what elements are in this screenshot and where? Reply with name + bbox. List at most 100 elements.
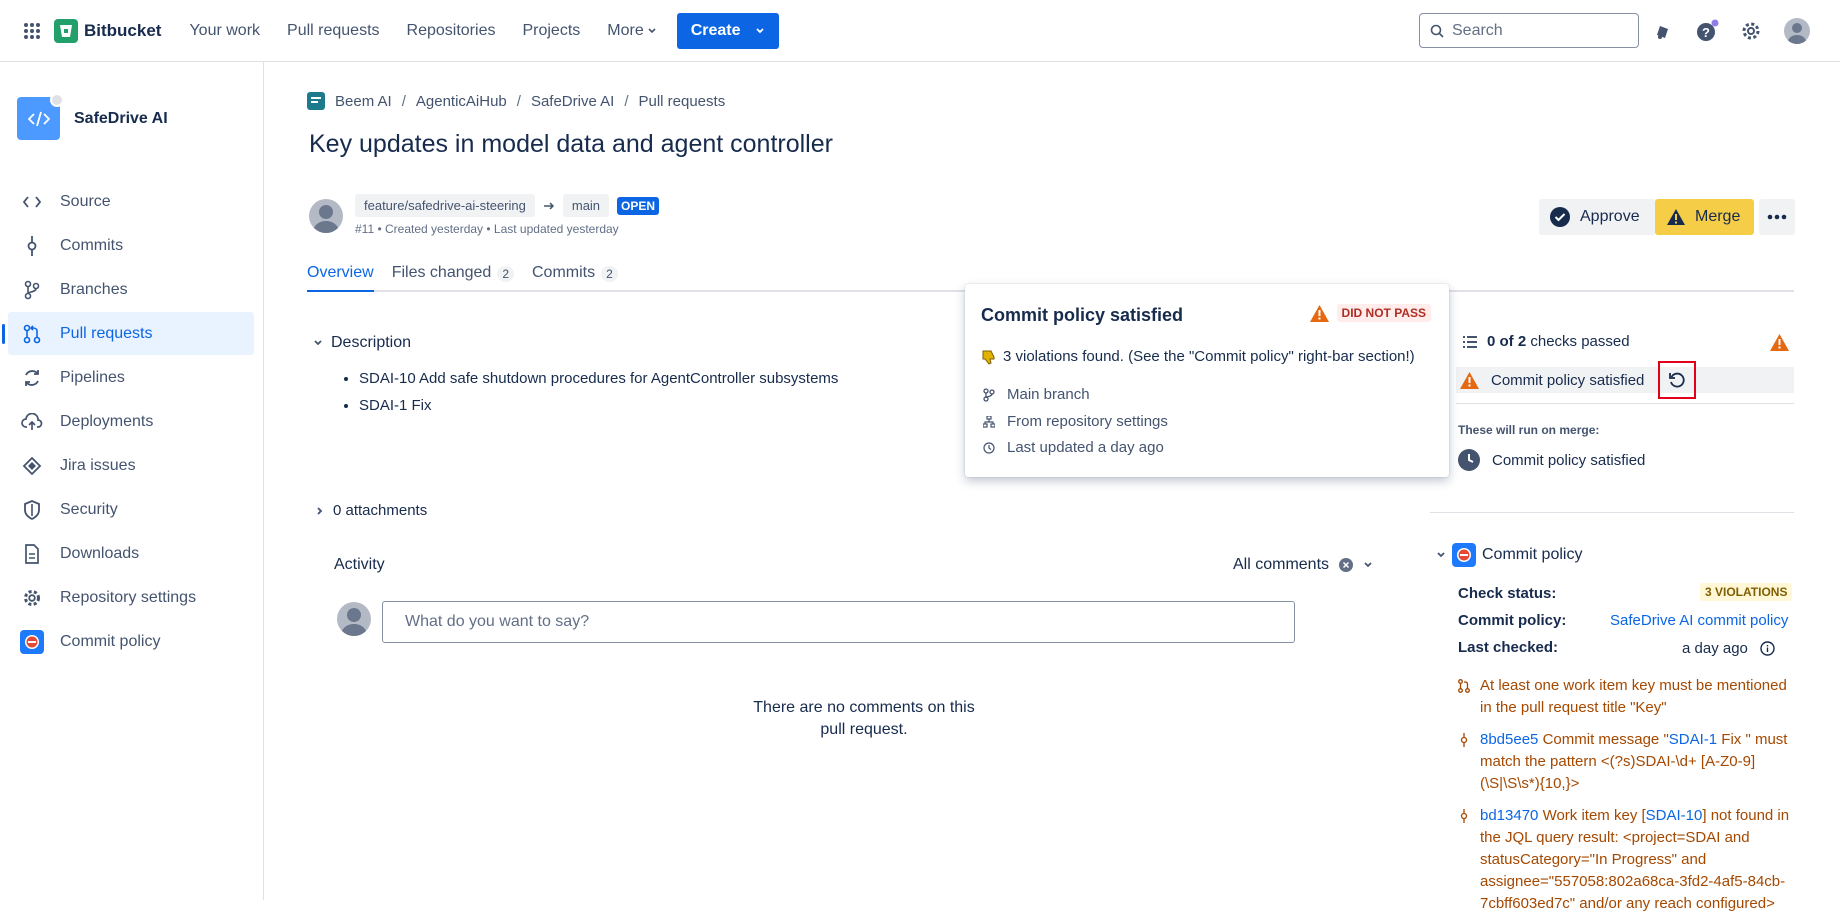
sidebar-item-downloads[interactable]: Downloads bbox=[8, 532, 254, 575]
app-switcher-icon[interactable] bbox=[20, 19, 44, 43]
work-item-link[interactable]: SDAI-1 bbox=[1669, 731, 1717, 748]
commit-icon bbox=[1460, 733, 1468, 747]
deployments-icon bbox=[20, 410, 44, 434]
comment-input[interactable]: What do you want to say? bbox=[382, 601, 1295, 643]
violation-item: At least one work item key must be menti… bbox=[1458, 675, 1798, 719]
sidebar-item-pull-requests[interactable]: Pull requests bbox=[2, 312, 254, 355]
breadcrumb-pull-requests[interactable]: Pull requests bbox=[638, 93, 725, 110]
sidebar: SafeDrive AI Source Commits Branches Pul… bbox=[0, 62, 264, 900]
checks-passed-text: 0 of 2 checks passed bbox=[1487, 333, 1630, 350]
description-toggle[interactable]: Description bbox=[313, 334, 411, 352]
violation-text-part: Commit message " bbox=[1538, 731, 1669, 748]
empty-comments-message: There are no comments on this pull reque… bbox=[744, 697, 984, 741]
page-title: Key updates in model data and agent cont… bbox=[309, 130, 833, 158]
commit-policy-link[interactable]: SafeDrive AI commit policy bbox=[1610, 612, 1788, 629]
merge-button[interactable]: Merge bbox=[1655, 199, 1754, 235]
target-branch[interactable]: main bbox=[562, 194, 610, 217]
search-icon bbox=[1430, 24, 1444, 38]
list-item: SDAI-10 Add safe shutdown procedures for… bbox=[359, 370, 838, 387]
attachments-toggle[interactable]: 0 attachments bbox=[315, 502, 427, 519]
more-actions-button[interactable] bbox=[1759, 199, 1795, 235]
sidebar-item-label: Commits bbox=[60, 236, 124, 254]
commit-hash-link[interactable]: 8bd5ee5 bbox=[1480, 731, 1538, 748]
repo-header[interactable]: SafeDrive AI bbox=[17, 93, 168, 140]
status-badge: OPEN bbox=[617, 196, 660, 215]
last-checked-label: Last checked: bbox=[1458, 639, 1559, 656]
create-label: Create bbox=[690, 21, 741, 39]
breadcrumb-repo[interactable]: SafeDrive AI bbox=[531, 93, 614, 110]
empty-comments-line: There are no comments on this bbox=[753, 699, 975, 716]
breadcrumb-workspace[interactable]: Beem AI bbox=[335, 93, 392, 110]
sidebar-item-label: Repository settings bbox=[60, 588, 197, 606]
tab-count: 2 bbox=[601, 266, 618, 282]
check-row-commit-policy[interactable]: Commit policy satisfied bbox=[1456, 367, 1794, 393]
work-item-link[interactable]: SDAI-10 bbox=[1646, 807, 1703, 824]
chevron-down-icon bbox=[1437, 552, 1445, 558]
sidebar-item-branches[interactable]: Branches bbox=[8, 268, 254, 311]
sidebar-item-label: Security bbox=[60, 500, 118, 518]
breadcrumb-separator: / bbox=[401, 92, 406, 110]
nav-your-work[interactable]: Your work bbox=[189, 22, 260, 40]
nav-projects[interactable]: Projects bbox=[522, 22, 580, 40]
tab-label: Commits bbox=[532, 264, 596, 281]
violation-text: At least one work item key must be menti… bbox=[1480, 677, 1787, 716]
clear-icon[interactable] bbox=[1339, 558, 1354, 572]
nav-repositories[interactable]: Repositories bbox=[407, 22, 496, 40]
nav-more[interactable]: More bbox=[607, 22, 656, 40]
notifications-icon[interactable] bbox=[1651, 19, 1675, 43]
user-avatar[interactable] bbox=[1784, 18, 1810, 44]
search-input[interactable]: Search bbox=[1419, 13, 1639, 48]
arrow-right-icon bbox=[543, 201, 554, 210]
sidebar-item-commits[interactable]: Commits bbox=[8, 224, 254, 267]
violations-badge: 3 VIOLATIONS bbox=[1700, 583, 1793, 601]
info-icon[interactable] bbox=[1760, 641, 1775, 656]
help-icon[interactable]: ? bbox=[1695, 19, 1719, 43]
sidebar-item-jira-issues[interactable]: Jira issues bbox=[8, 444, 254, 487]
breadcrumb-project[interactable]: AgenticAiHub bbox=[416, 93, 507, 110]
settings-gear-icon[interactable] bbox=[1739, 19, 1763, 43]
commit-policy-section-toggle[interactable]: Commit policy bbox=[1436, 543, 1582, 567]
checks-summary[interactable]: 0 of 2 checks passed bbox=[1463, 333, 1630, 350]
sidebar-item-security[interactable]: Security bbox=[8, 488, 254, 531]
violation-item: 8bd5ee5 Commit message "SDAI-1 Fix " mus… bbox=[1458, 729, 1798, 795]
source-branch[interactable]: feature/safedrive-ai-steering bbox=[355, 194, 535, 217]
commit-hash-link[interactable]: bd13470 bbox=[1480, 807, 1538, 824]
popup-violations-text: 3 violations found. (See the "Commit pol… bbox=[1003, 348, 1415, 365]
code-icon bbox=[20, 190, 44, 214]
sidebar-item-deployments[interactable]: Deployments bbox=[8, 400, 254, 443]
sidebar-item-pipelines[interactable]: Pipelines bbox=[8, 356, 254, 399]
description-heading: Description bbox=[331, 334, 412, 351]
chevron-down-icon bbox=[1364, 562, 1372, 568]
sidebar-item-repository-settings[interactable]: Repository settings bbox=[8, 576, 254, 619]
tab-files-changed[interactable]: Files changed 2 bbox=[392, 264, 514, 292]
run-on-merge-item: Commit policy satisfied bbox=[1458, 449, 1645, 471]
rerun-check-button[interactable] bbox=[1658, 361, 1696, 399]
bitbucket-logo-icon bbox=[54, 18, 78, 43]
author-avatar[interactable] bbox=[309, 199, 343, 233]
sidebar-item-source[interactable]: Source bbox=[8, 180, 254, 223]
branch-info: feature/safedrive-ai-steering main OPEN bbox=[355, 194, 660, 217]
bitbucket-logo[interactable]: Bitbucket bbox=[54, 18, 162, 43]
warning-icon bbox=[1667, 209, 1685, 225]
nav-more-label: More bbox=[607, 21, 644, 39]
branch-icon bbox=[20, 278, 44, 302]
run-on-merge-label: These will run on merge: bbox=[1458, 423, 1600, 437]
empty-comments-line: pull request. bbox=[820, 721, 908, 738]
thumbs-down-icon bbox=[982, 350, 995, 365]
approve-button[interactable]: Approve bbox=[1539, 199, 1656, 235]
popup-row-branch: Main branch bbox=[983, 386, 1090, 403]
tab-commits[interactable]: Commits 2 bbox=[532, 264, 618, 292]
popup-row-text: Main branch bbox=[1007, 386, 1090, 403]
sidebar-item-commit-policy[interactable]: Commit policy bbox=[8, 620, 254, 663]
comment-filter[interactable]: All comments bbox=[1233, 556, 1373, 574]
tab-overview[interactable]: Overview bbox=[307, 264, 374, 292]
repo-name: SafeDrive AI bbox=[74, 109, 168, 127]
violation-item: bd13470 Work item key [SDAI-10] not foun… bbox=[1458, 805, 1798, 915]
divider bbox=[1456, 403, 1794, 404]
brand-name: Bitbucket bbox=[84, 20, 162, 40]
popup-row-text: Last updated a day ago bbox=[1007, 439, 1164, 456]
file-icon bbox=[20, 542, 44, 566]
nav-pull-requests[interactable]: Pull requests bbox=[287, 22, 380, 40]
create-button[interactable]: Create bbox=[676, 12, 779, 49]
popup-status: DID NOT PASS bbox=[1309, 304, 1431, 322]
